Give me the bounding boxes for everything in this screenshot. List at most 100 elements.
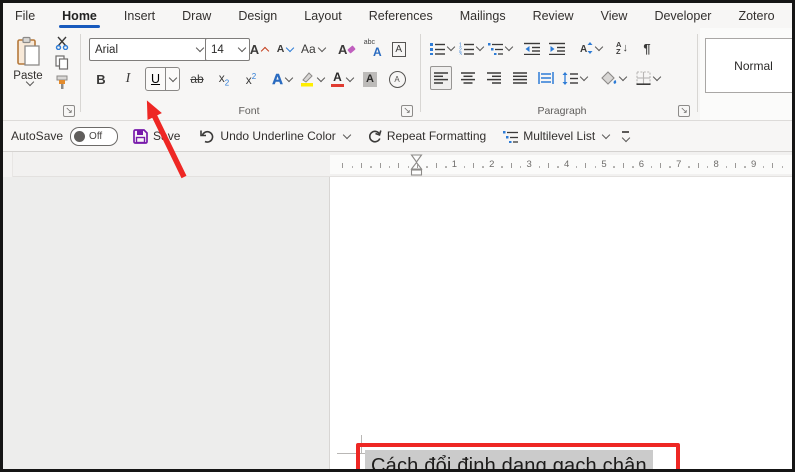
font-color-button[interactable]: A <box>331 68 355 90</box>
autosave-label: AutoSave <box>11 129 64 143</box>
document-area: Cách đổi định dạng gạch chân <box>3 177 792 469</box>
sort-button[interactable]: A Z ↓ <box>612 37 632 59</box>
ribbon-tab-home[interactable]: Home <box>59 9 100 28</box>
repeat-icon <box>368 129 382 143</box>
ribbon-tab-references[interactable]: References <box>369 9 433 23</box>
ribbon-tab-layout[interactable]: Layout <box>304 9 342 23</box>
decrease-indent-button[interactable] <box>522 37 542 59</box>
distributed-button[interactable] <box>536 67 556 89</box>
justify-button[interactable] <box>510 67 530 89</box>
ruler-dot <box>445 166 447 168</box>
horizontal-ruler[interactable]: 1 2 3 4 5 6 7 8 9 <box>330 154 792 176</box>
quick-access-toolbar: AutoSave Off Save Undo Underline Color R… <box>3 121 792 152</box>
ribbon-tab-mailings[interactable]: Mailings <box>460 9 506 23</box>
shading-button[interactable] <box>601 67 628 89</box>
format-painter-icon[interactable] <box>55 75 70 90</box>
numbering-button[interactable]: 1 2 3 <box>459 37 485 59</box>
repeat-button[interactable]: Repeat Formatting <box>367 129 486 144</box>
font-size-combo[interactable]: 14 <box>205 38 250 61</box>
line-spacing-button[interactable] <box>562 67 589 89</box>
subscript-button[interactable]: x2 <box>214 68 234 90</box>
bold-button[interactable]: B <box>91 68 111 90</box>
italic-button[interactable]: I <box>118 68 138 90</box>
font-dialog-launcher[interactable]: ↘ <box>401 105 413 117</box>
highlight-color-button[interactable] <box>299 68 326 90</box>
ribbon-tab-draw[interactable]: Draw <box>182 9 211 23</box>
ribbon-tab-review[interactable]: Review <box>533 9 574 23</box>
qat-overflow-button[interactable] <box>621 131 630 142</box>
paragraph-dialog-launcher[interactable]: ↘ <box>678 105 690 117</box>
styles-gallery: Normal <box>700 28 792 120</box>
shrink-font-button[interactable]: A <box>275 38 295 60</box>
autosave-toggle[interactable]: Off <box>70 126 119 146</box>
font-name-chevron <box>195 43 205 53</box>
svg-text:A: A <box>580 44 587 55</box>
superscript-button[interactable]: x2 <box>241 68 261 90</box>
toggle-knob <box>74 130 86 142</box>
character-border-button[interactable]: A <box>389 38 409 60</box>
font-name-combo[interactable]: Arial <box>89 38 208 61</box>
ruler-tick <box>473 163 475 168</box>
document-page[interactable] <box>330 177 792 469</box>
undo-button[interactable]: Undo Underline Color <box>199 129 352 143</box>
ruler-dot <box>706 166 709 168</box>
ribbon-tab-zotero[interactable]: Zotero <box>738 9 774 23</box>
overflow-bar <box>622 131 630 133</box>
undo-icon <box>200 130 214 143</box>
ruler-dot <box>613 166 615 168</box>
ruler-dot <box>669 166 671 168</box>
bullets-button[interactable] <box>430 37 456 59</box>
ruler-number: 4 <box>563 159 570 170</box>
ruler-number: 5 <box>601 159 607 170</box>
grow-font-button[interactable]: A <box>249 38 270 60</box>
annotation-red-box <box>356 443 680 469</box>
word-window: File Home Insert Draw Design Layout References… <box>0 0 795 472</box>
align-center-button[interactable] <box>458 67 478 89</box>
borders-button[interactable] <box>636 67 662 89</box>
increase-indent-button[interactable] <box>547 37 567 59</box>
enclose-characters-button[interactable]: A <box>387 68 407 90</box>
ruler-dot <box>407 166 410 168</box>
ruler-dot <box>762 166 765 168</box>
show-hide-marks-button[interactable]: ¶ <box>637 37 657 59</box>
asian-layout-button[interactable]: A <box>577 37 604 59</box>
ruler-tick <box>734 163 736 168</box>
text-effects-button[interactable]: A <box>272 68 294 90</box>
clipboard-dialog-launcher[interactable]: ↘ <box>63 105 75 117</box>
underline-dropdown[interactable] <box>165 68 179 90</box>
paint-bucket-icon <box>601 71 617 85</box>
underline-button[interactable]: U <box>151 72 160 86</box>
ruler-tick <box>510 163 512 168</box>
font-name-value: Arial <box>95 43 119 56</box>
character-shading-button[interactable]: A <box>360 68 380 90</box>
ruler-dot <box>650 166 653 168</box>
ribbon-tab-insert[interactable]: Insert <box>124 9 155 23</box>
clear-formatting-button[interactable]: A <box>337 38 357 60</box>
cut-icon[interactable] <box>55 36 70 50</box>
change-case-button[interactable]: Aa <box>301 38 326 60</box>
multilevel-dropdown-chevron[interactable] <box>601 130 611 139</box>
phonetic-guide-button[interactable]: abc A <box>363 38 383 60</box>
ribbon-tab-design[interactable]: Design <box>238 9 277 23</box>
underline-split-button[interactable]: U <box>145 67 180 91</box>
align-right-button[interactable] <box>484 67 504 89</box>
strikethrough-button[interactable]: ab <box>187 68 207 90</box>
ruler-dot <box>594 166 597 168</box>
ribbon-tab-view[interactable]: View <box>601 9 628 23</box>
copy-icon[interactable] <box>55 55 69 70</box>
save-button[interactable]: Save <box>133 128 180 144</box>
distributed-icon <box>538 72 554 84</box>
ruler-dot <box>388 166 391 168</box>
align-left-button[interactable] <box>430 66 452 90</box>
undo-dropdown-chevron[interactable] <box>342 130 352 139</box>
ribbon-tab-file[interactable]: File <box>15 9 35 23</box>
multilevel-list-qat-button[interactable]: Multilevel List <box>503 129 611 143</box>
multilevel-list-button[interactable] <box>488 37 514 59</box>
style-normal[interactable]: Normal <box>705 38 792 93</box>
paste-button[interactable]: Paste <box>9 36 47 98</box>
highlighter-icon <box>301 72 313 87</box>
svg-text:3: 3 <box>459 52 462 55</box>
ribbon-tab-developer[interactable]: Developer <box>654 9 711 23</box>
ruler-dot <box>632 166 634 168</box>
ruler-number: 1 <box>451 159 458 170</box>
